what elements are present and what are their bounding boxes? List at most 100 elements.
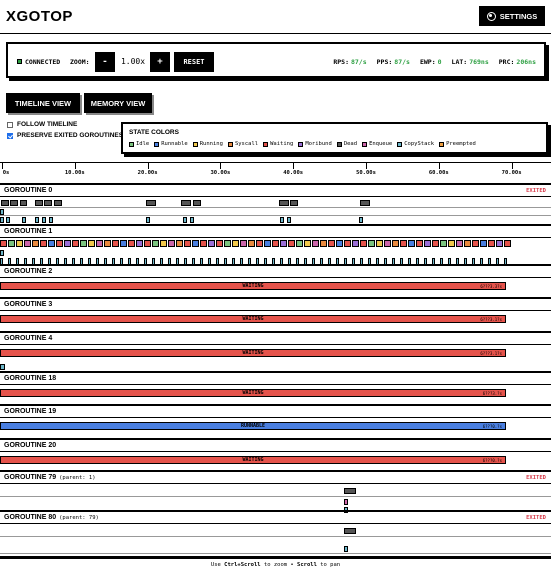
track-divider bbox=[0, 496, 551, 497]
connection-status: CONNECTED bbox=[25, 58, 61, 66]
footer-hint: Use Ctrl+Scroll to zoom • Scroll to pan bbox=[0, 558, 551, 573]
state-marker[interactable] bbox=[1, 200, 9, 206]
state-marker[interactable] bbox=[360, 200, 370, 206]
state-marker[interactable] bbox=[190, 217, 194, 223]
legend-swatch bbox=[263, 141, 269, 147]
ruler-tick bbox=[147, 163, 149, 169]
goroutine-row[interactable]: GOROUTINE 3 WAITING 6???3.1?s bbox=[0, 299, 551, 333]
goroutine-row[interactable]: GOROUTINE 79 (parent: 1) EXITED bbox=[0, 472, 551, 513]
waiting-state-bar[interactable]: WAITING 6???3.3?s bbox=[0, 282, 506, 290]
legend-label: Enqueue bbox=[369, 141, 393, 147]
goroutine-row[interactable]: GOROUTINE 20 WAITING 6???0.?s bbox=[0, 440, 551, 472]
legend-item: Running bbox=[192, 141, 223, 147]
preserve-exited-checkbox[interactable] bbox=[7, 132, 13, 139]
follow-timeline-checkbox[interactable] bbox=[7, 121, 13, 128]
state-marker[interactable] bbox=[0, 250, 4, 256]
goroutine-id: GOROUTINE 18 bbox=[4, 375, 57, 382]
follow-timeline-label: FOLLOW TIMELINE bbox=[17, 121, 78, 128]
waiting-state-bar[interactable]: WAITING 6???3.1?s bbox=[0, 349, 506, 357]
state-marker[interactable] bbox=[54, 200, 62, 206]
state-label: WAITING bbox=[242, 457, 264, 463]
goroutine-id: GOROUTINE 1 bbox=[4, 228, 53, 235]
state-marker[interactable] bbox=[44, 200, 52, 206]
goroutine-header: GOROUTINE 79 (parent: 1) EXITED bbox=[0, 472, 551, 484]
goroutine-parent: (parent: 1) bbox=[59, 475, 96, 481]
stat-lat: LAT: 769ns bbox=[451, 58, 489, 66]
state-strip[interactable] bbox=[0, 240, 512, 247]
zoom-in-button[interactable]: + bbox=[150, 52, 170, 72]
exited-badge: EXITED bbox=[526, 188, 546, 194]
state-marker[interactable] bbox=[344, 488, 356, 494]
state-marker[interactable] bbox=[181, 200, 191, 206]
settings-label: SETTINGS bbox=[499, 11, 538, 21]
state-marker[interactable] bbox=[146, 217, 150, 223]
footer-text-mid: to zoom • bbox=[260, 562, 298, 568]
state-marker[interactable] bbox=[344, 546, 348, 552]
track-divider bbox=[0, 207, 551, 208]
ruler-tick bbox=[293, 163, 295, 169]
state-marker[interactable] bbox=[22, 217, 26, 223]
time-ruler[interactable]: 0s 10.00s 20.00s 30.00s 40.00s 50.00s 60.00s 70… bbox=[0, 163, 551, 183]
goroutine-row[interactable]: GOROUTINE 2 WAITING 6???3.3?s bbox=[0, 266, 551, 299]
legend-label: Running bbox=[199, 141, 223, 147]
memory-view-button[interactable]: MEMORY VIEW bbox=[84, 93, 152, 113]
follow-timeline-option[interactable]: FOLLOW TIMELINE bbox=[7, 121, 77, 128]
zoom-out-button[interactable]: - bbox=[95, 52, 115, 72]
legend-label: Preempted bbox=[446, 141, 476, 147]
state-marker[interactable] bbox=[35, 200, 43, 206]
footer-key-pan: Scroll bbox=[297, 562, 317, 568]
timeline-view-button[interactable]: TIMELINE VIEW bbox=[6, 93, 80, 113]
goroutine-title: GOROUTINE 0 bbox=[4, 187, 52, 194]
state-marker[interactable] bbox=[359, 217, 363, 223]
goroutine-row[interactable]: GOROUTINE 4 WAITING 6???3.1?s bbox=[0, 333, 551, 373]
state-marker[interactable] bbox=[6, 217, 10, 223]
goroutine-header: GOROUTINE 0 EXITED bbox=[0, 185, 551, 197]
goroutine-row[interactable]: GOROUTINE 0 EXITED bbox=[0, 185, 551, 226]
state-marker[interactable] bbox=[183, 217, 187, 223]
legend-swatch bbox=[154, 141, 160, 147]
ruler-tick-label: 0s bbox=[2, 170, 10, 176]
state-marker[interactable] bbox=[280, 217, 284, 223]
state-marker[interactable] bbox=[344, 499, 348, 505]
status-panel: CONNECTED ZOOM: - 1.00x + RESET RPS: 87/s… bbox=[6, 42, 546, 78]
goroutine-header: GOROUTINE 4 bbox=[0, 333, 551, 345]
state-marker[interactable] bbox=[344, 528, 356, 534]
goroutine-row[interactable]: GOROUTINE 18 WAITING 6???3.?s bbox=[0, 373, 551, 406]
settings-button[interactable]: SETTINGS bbox=[479, 6, 545, 26]
goroutine-header: GOROUTINE 2 bbox=[0, 266, 551, 278]
waiting-state-bar[interactable]: WAITING 6???0.?s bbox=[0, 456, 506, 464]
waiting-state-bar[interactable]: WAITING 6???3.1?s bbox=[0, 315, 506, 323]
goroutine-header: GOROUTINE 19 bbox=[0, 406, 551, 418]
state-marker[interactable] bbox=[290, 200, 298, 206]
track-divider bbox=[0, 215, 551, 216]
waiting-state-bar[interactable]: WAITING 6???3.?s bbox=[0, 389, 506, 397]
state-marker[interactable] bbox=[193, 200, 201, 206]
gear-icon bbox=[486, 11, 496, 21]
state-marker[interactable] bbox=[287, 217, 291, 223]
stat-rps: RPS: 87/s bbox=[333, 58, 367, 66]
goroutine-row[interactable]: GOROUTINE 80 (parent: 79) EXITED bbox=[0, 512, 551, 558]
state-marker[interactable] bbox=[146, 200, 156, 206]
stat-pps: PPS: 87/s bbox=[376, 58, 410, 66]
state-marker[interactable] bbox=[35, 217, 39, 223]
legend-item: Preempted bbox=[439, 141, 476, 147]
goroutine-title: GOROUTINE 4 bbox=[4, 335, 52, 342]
state-marker[interactable] bbox=[42, 217, 46, 223]
legend-label: Syscall bbox=[234, 141, 259, 147]
header-divider bbox=[0, 33, 551, 34]
state-marker[interactable] bbox=[279, 200, 289, 206]
preserve-exited-label: PRESERVE EXITED GOROUTINES bbox=[17, 132, 124, 139]
goroutine-row[interactable]: GOROUTINE 19 RUNNABLE 6???0.?s bbox=[0, 406, 551, 440]
state-marker[interactable] bbox=[20, 200, 27, 206]
goroutine-title: GOROUTINE 2 bbox=[4, 268, 52, 275]
preserve-exited-option[interactable]: PRESERVE EXITED GOROUTINES bbox=[7, 132, 123, 139]
ruler-tick-label: 10.00s bbox=[64, 170, 85, 176]
runnable-state-bar[interactable]: RUNNABLE 6???0.?s bbox=[0, 422, 506, 430]
state-marker[interactable] bbox=[0, 364, 5, 370]
state-marker[interactable] bbox=[10, 200, 18, 206]
goroutine-row[interactable]: GOROUTINE 1 bbox=[0, 226, 551, 266]
ruler-tick bbox=[511, 163, 513, 169]
reset-button[interactable]: RESET bbox=[174, 52, 214, 72]
state-marker[interactable] bbox=[0, 217, 4, 223]
state-marker[interactable] bbox=[49, 217, 53, 223]
